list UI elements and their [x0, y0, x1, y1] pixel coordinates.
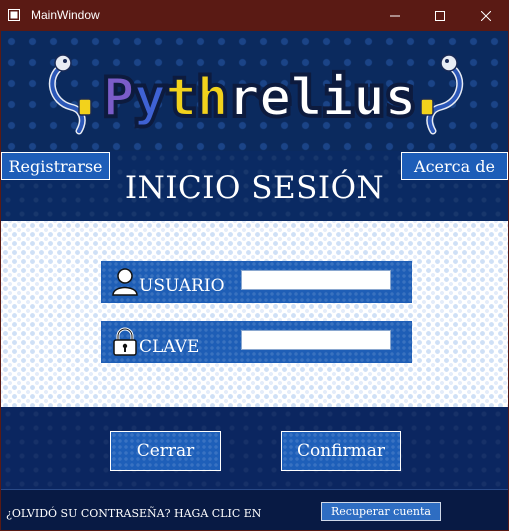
maximize-icon: [435, 10, 445, 21]
password-input[interactable]: [241, 330, 391, 350]
minimize-button[interactable]: [372, 0, 418, 31]
user-field-row: USUARIO: [101, 261, 412, 303]
login-form-area: [1, 221, 508, 407]
header-banner: Pythrelius Pythrelius: [1, 31, 508, 151]
window-title: MainWindow: [31, 8, 100, 22]
close-window-button[interactable]: [463, 0, 509, 31]
minimize-icon: [390, 15, 400, 16]
app-icon: [8, 9, 20, 21]
actions-band: [1, 407, 508, 489]
maximize-button[interactable]: [417, 0, 463, 31]
username-input[interactable]: [241, 270, 391, 290]
password-field-row: CLAVE: [101, 321, 412, 363]
user-label: USUARIO: [139, 276, 225, 296]
window-titlebar: MainWindow: [0, 0, 509, 31]
close-button[interactable]: Cerrar: [110, 431, 221, 471]
password-label: CLAVE: [139, 337, 200, 357]
confirm-button[interactable]: Confirmar: [281, 431, 401, 471]
lock-icon: [113, 327, 137, 356]
recover-account-button[interactable]: Recuperar cuenta: [321, 502, 441, 521]
pythrelius-logo: Pythrelius Pythrelius: [48, 54, 464, 135]
snake-left-icon: [48, 54, 92, 135]
page-title: INICIO SESIÓN: [124, 170, 385, 206]
close-icon: [481, 10, 491, 21]
forgot-password-text: ¿OLVIDÓ SU CONTRASEÑA? HAGA CLIC EN: [6, 507, 262, 520]
snake-right-icon: [420, 54, 464, 135]
svg-text:Pythrelius: Pythrelius: [103, 68, 416, 128]
user-icon: [112, 268, 138, 296]
